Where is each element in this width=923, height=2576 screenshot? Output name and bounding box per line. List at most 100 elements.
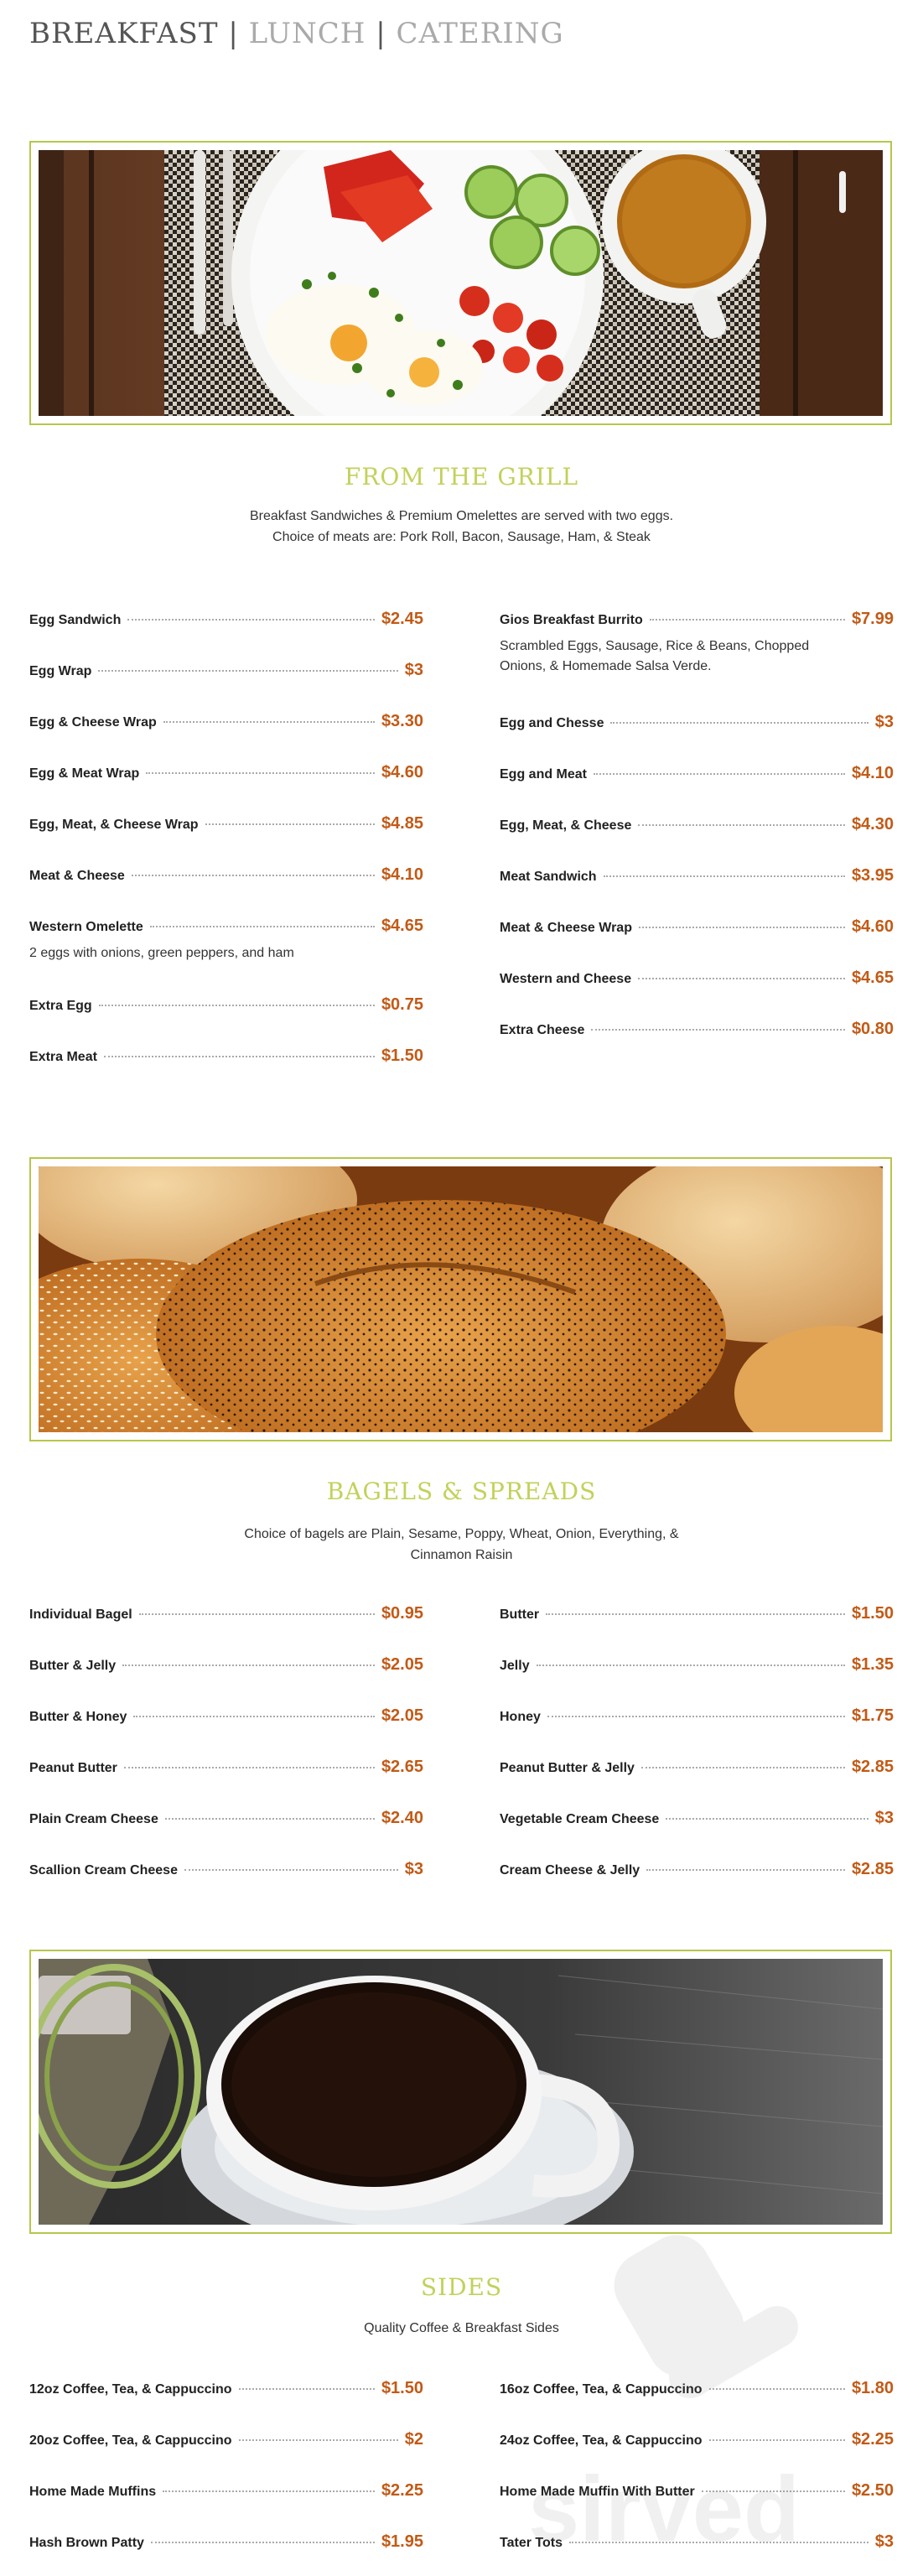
menu-item-price: $1.75 [851, 1706, 894, 1725]
menu-item-price: $0.95 [381, 1604, 423, 1623]
menu-item-price: $2 [404, 2430, 423, 2449]
dot-leader [591, 1029, 845, 1031]
menu-item-price: $1.50 [381, 1046, 423, 1065]
section-desc-grill: Breakfast Sandwiches & Premium Omelettes… [249, 509, 674, 544]
menu-item-price: $4.30 [851, 815, 894, 834]
menu-item-name: Egg and Chesse [500, 716, 604, 730]
dot-leader [98, 1005, 375, 1006]
dot-leader [594, 773, 845, 775]
dot-leader [150, 2542, 375, 2543]
dot-leader [638, 978, 845, 979]
menu-item-name: Butter & Jelly [29, 1659, 117, 1673]
menu-item-price: $3 [404, 1860, 423, 1878]
menu-item: Egg & Meat Wrap $4.60 [29, 763, 423, 785]
dot-leader [238, 2388, 375, 2390]
menu-item-description: Scrambled Eggs, Sausage, Rice & Beans, C… [500, 639, 810, 673]
menu-item-name: Home Made Muffin With Butter [500, 2485, 695, 2499]
menu-item: Meat & Cheese Wrap $4.60 [500, 917, 894, 939]
section-desc-bagels: Choice of bagels are Plain, Sesame, Popp… [244, 1527, 679, 1562]
menu-item-name: Honey [500, 1710, 541, 1724]
menu-item-price: $1.80 [851, 2379, 894, 2397]
menu-item-price: $4.65 [381, 917, 423, 935]
menu-item-name: Egg, Meat, & Cheese [500, 818, 632, 833]
menu-item: Extra Egg $0.75 [29, 995, 423, 1017]
dot-leader [610, 722, 869, 724]
dot-leader [164, 1818, 375, 1820]
menu-item-price: $3.30 [381, 712, 423, 730]
menu-item: Home Made Muffins $2.25 [29, 2481, 423, 2503]
menu-item: Tater Tots $3 [500, 2532, 894, 2554]
menu-item: Western and Cheese $4.65 [500, 969, 894, 990]
menu-item-name: Egg, Meat, & Cheese Wrap [29, 818, 199, 832]
dot-leader [568, 2542, 869, 2543]
menu-item: Egg and Chesse $3 [500, 713, 894, 735]
menu-item: Butter $1.50 [500, 1604, 894, 1626]
nav-catering[interactable]: CATERING [397, 17, 564, 50]
menu-item: Extra Meat $1.50 [29, 1046, 423, 1068]
menu-item-name: Jelly [500, 1659, 530, 1673]
menu-item-price: $3 [874, 713, 894, 731]
menu-item: 20oz Coffee, Tea, & Cappuccino $2 [29, 2430, 423, 2452]
dot-leader [205, 823, 375, 825]
menu-item-price: $0.75 [381, 995, 423, 1014]
dot-leader [163, 721, 375, 723]
menu-item-name: Individual Bagel [29, 1607, 132, 1622]
menu-item-price: $1.50 [381, 2379, 423, 2397]
menu-item-price: $3 [874, 2532, 894, 2551]
dot-leader [163, 2490, 375, 2492]
menu-item-name: Egg and Meat [500, 767, 588, 782]
nav-breakfast[interactable]: BREAKFAST [29, 17, 219, 50]
dot-leader [123, 1767, 375, 1768]
menu-item-name: 20oz Coffee, Tea, & Cappuccino [29, 2433, 232, 2448]
menu-item-name: Gios Breakfast Burrito [500, 613, 643, 627]
dot-leader [98, 670, 398, 672]
menu-item-name: Egg & Cheese Wrap [29, 715, 157, 730]
menu-item: Egg Sandwich $2.45 [29, 610, 423, 631]
menu-item: Peanut Butter $2.65 [29, 1758, 423, 1779]
menu-item-name: Western and Cheese [500, 972, 632, 986]
section-title-grill: FROM THE GRILL [344, 463, 579, 491]
menu-item: Home Made Muffin With Butter $2.50 [500, 2481, 894, 2503]
menu-item-price: $7.99 [851, 610, 894, 628]
menu-item-price: $2.25 [381, 2481, 423, 2500]
menu-item: Egg Wrap $3 [29, 661, 423, 683]
section-title-sides: SIDES [420, 2273, 503, 2301]
menu-item-name: Extra Cheese [500, 1023, 585, 1037]
menu-item-price: $3.95 [851, 866, 894, 885]
menu-item: Extra Cheese $0.80 [500, 1020, 894, 1041]
menu-item-price: $2.05 [381, 1655, 423, 1674]
dot-leader [546, 1613, 845, 1615]
section-title-bagels: BAGELS & SPREADS [326, 1478, 597, 1505]
dot-leader [149, 926, 375, 927]
menu-item-price: $3 [874, 1809, 894, 1827]
dot-leader [638, 927, 845, 928]
menu-item-name: Egg & Meat Wrap [29, 766, 140, 781]
menu-item: Plain Cream Cheese $2.40 [29, 1809, 423, 1831]
dot-leader [603, 875, 845, 877]
menu-item: Cream Cheese & Jelly $2.85 [500, 1860, 894, 1882]
top-nav: BREAKFAST | LUNCH | CATERING [29, 17, 564, 50]
menu-item: Scallion Cream Cheese $3 [29, 1860, 423, 1882]
nav-lunch[interactable]: LUNCH [249, 17, 366, 50]
dot-leader [103, 1056, 375, 1057]
menu-item-name: Butter [500, 1607, 540, 1622]
menu-item-name: Tater Tots [500, 2536, 563, 2550]
menu-item-name: Egg Sandwich [29, 613, 122, 627]
menu-item-price: $2.25 [851, 2430, 894, 2449]
menu-item: Individual Bagel $0.95 [29, 1604, 423, 1626]
menu-item-price: $3 [404, 661, 423, 679]
menu-item-name: Extra Meat [29, 1050, 97, 1064]
dot-leader [638, 824, 845, 826]
nav-separator: | [228, 17, 239, 50]
dot-leader [133, 1716, 375, 1717]
menu-item-price: $1.95 [381, 2532, 423, 2551]
menu-item-name: Peanut Butter [29, 1761, 117, 1775]
menu-item-price: $2.50 [851, 2481, 894, 2500]
menu-item: Gios Breakfast Burrito $7.99 [500, 610, 894, 631]
breakfast-plate-photo [39, 150, 883, 416]
menu-item-name: Meat & Cheese Wrap [500, 921, 632, 935]
menu-item-name: 12oz Coffee, Tea, & Cappuccino [29, 2382, 232, 2397]
menu-item-price: $2.40 [381, 1809, 423, 1827]
menu-item-name: Western Omelette [29, 920, 143, 934]
dot-leader [146, 772, 375, 774]
